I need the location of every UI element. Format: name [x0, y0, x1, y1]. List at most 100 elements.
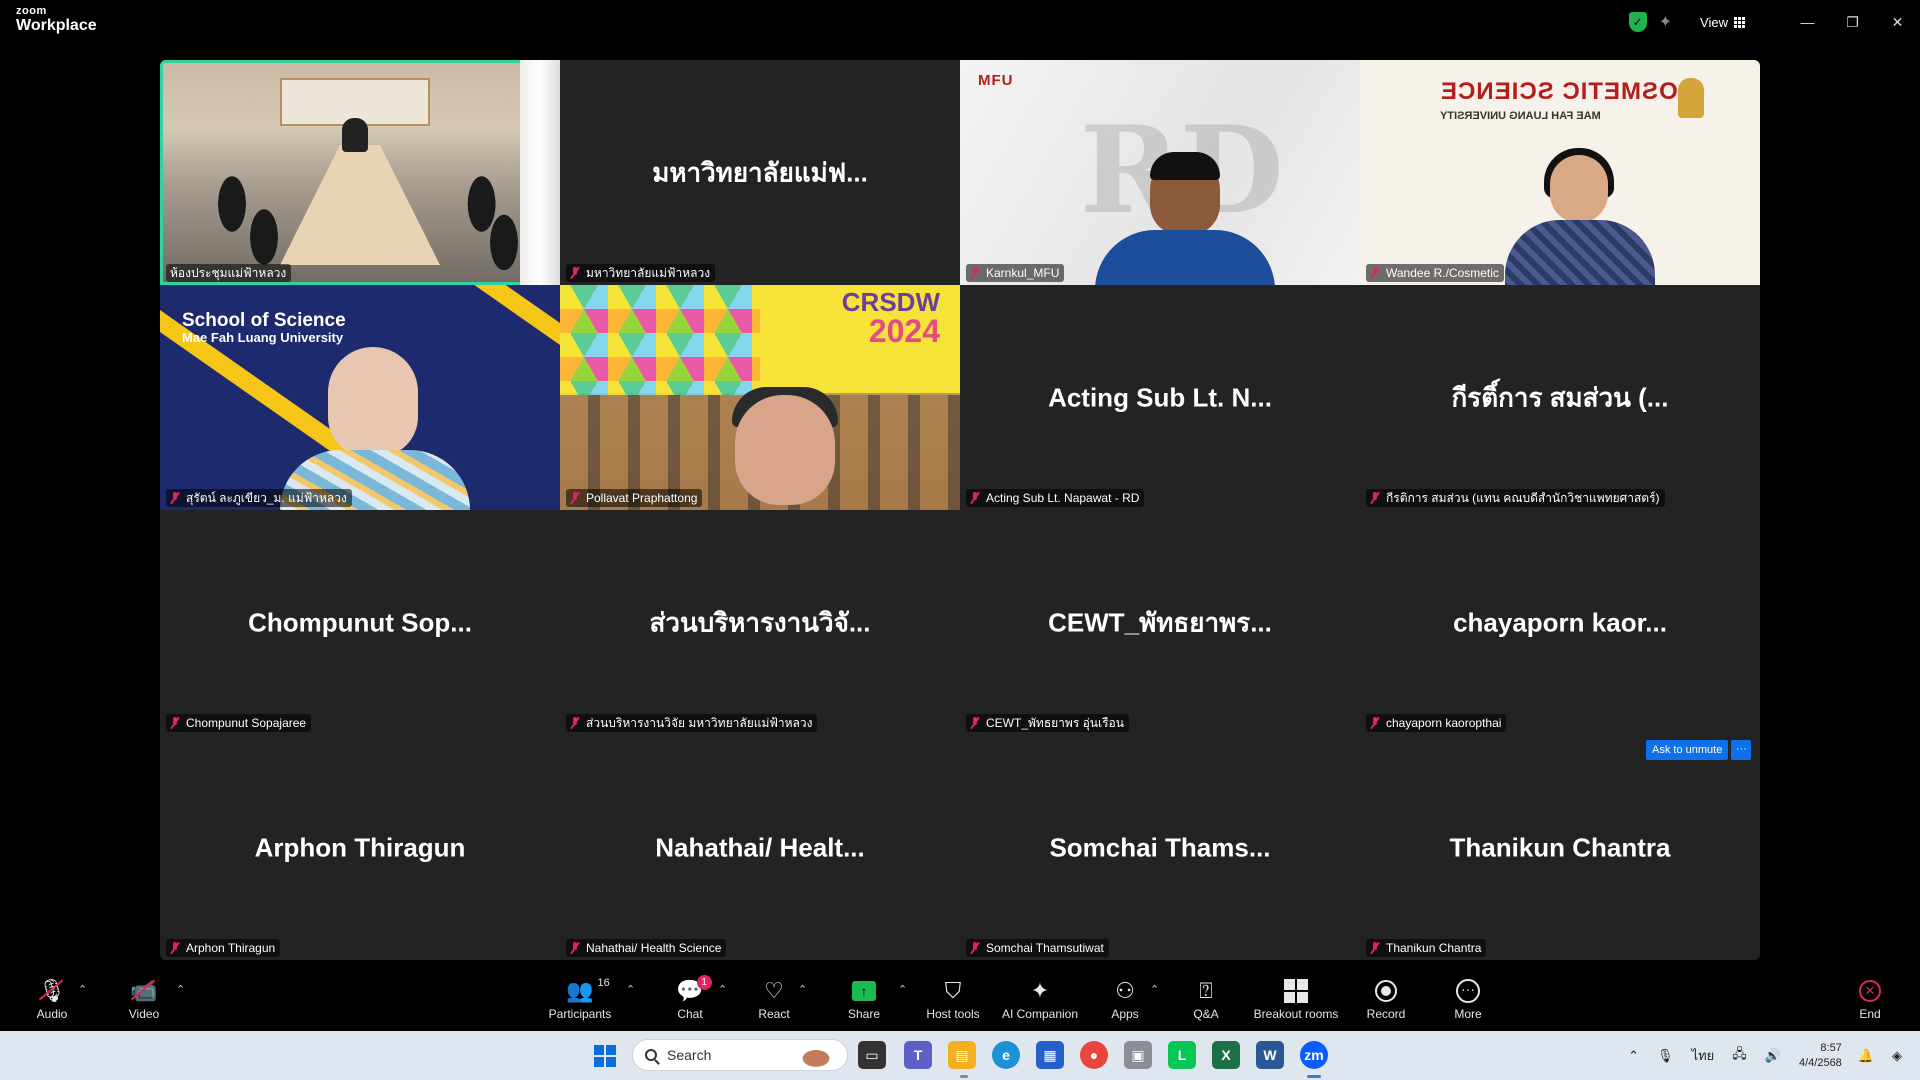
- participant-tile[interactable]: chayaporn kaor... chayaporn kaoropthai: [1360, 510, 1760, 735]
- notification-bell-icon[interactable]: 🔔: [1858, 1048, 1874, 1064]
- participant-tile[interactable]: School of Science Mae Fah Luang Universi…: [160, 285, 560, 510]
- search-icon: [645, 1049, 657, 1061]
- mic-muted-icon: [170, 717, 180, 729]
- participants-button[interactable]: 👥 16 Participants: [540, 977, 620, 1027]
- record-button[interactable]: Record: [1346, 977, 1426, 1027]
- participant-display-name: Arphon Thiragun: [254, 832, 466, 862]
- share-options-caret[interactable]: ⌃: [898, 983, 907, 996]
- excel-icon[interactable]: X: [1212, 1041, 1240, 1069]
- participant-tile[interactable]: CRSDW 2024 Pollavat Praphattong: [560, 285, 960, 510]
- participants-label: Participants: [548, 1007, 612, 1021]
- participant-display-name: มหาวิทยาลัยแม่ฟ...: [652, 157, 868, 187]
- ai-companion-button[interactable]: ✦ AI Companion: [999, 977, 1081, 1027]
- file-explorer-icon[interactable]: ▤: [948, 1041, 976, 1069]
- participant-name-tag: CEWT_พัทธยาพร อุ่นเรือน: [966, 714, 1129, 732]
- question-icon: ⍰: [1199, 978, 1213, 1003]
- participant-more-button[interactable]: ···: [1731, 740, 1752, 760]
- mic-muted-icon: [570, 717, 580, 729]
- copilot-icon[interactable]: ◈: [1892, 1048, 1902, 1064]
- more-button[interactable]: ··· More: [1428, 977, 1508, 1027]
- clock-time: 8:57: [1820, 1042, 1842, 1055]
- audio-options-caret[interactable]: ⌃: [78, 983, 87, 996]
- cosmetic-banner-title: COSMETIC SCIENCE: [1440, 78, 1697, 105]
- word-icon[interactable]: W: [1256, 1041, 1284, 1069]
- ask-to-unmute-button[interactable]: Ask to unmute: [1646, 740, 1729, 760]
- meeting-stage: ห้องประชุมแม่ฟ้าหลวง มหาวิทยาลัยแม่ฟ... …: [0, 44, 1920, 973]
- participant-display-name: Thanikun Chantra: [1449, 832, 1671, 862]
- os-taskbar: Search ▭ T ▤ e ▦ ● ▣ L X W zm ⌃ 🎙 ไทย 🖧 …: [0, 1031, 1920, 1080]
- participant-name: ส่วนบริหารงานวิจัย มหาวิทยาลัยแม่ฟ้าหลวง: [586, 715, 813, 730]
- edge-icon[interactable]: e: [992, 1041, 1020, 1069]
- participant-display-name: Chompunut Sop...: [248, 607, 472, 637]
- microphone-icon[interactable]: 🎙: [1657, 1048, 1674, 1064]
- apps-options-caret[interactable]: ⌃: [1150, 983, 1159, 996]
- science-banner: School of Science Mae Fah Luang Universi…: [182, 311, 346, 345]
- photos-icon[interactable]: ▣: [1124, 1041, 1152, 1069]
- chevron-up-icon[interactable]: ⌃: [1628, 1048, 1639, 1064]
- participant-tile[interactable]: ห้องประชุมแม่ฟ้าหลวง: [160, 60, 560, 285]
- end-button[interactable]: ✕ End: [1830, 977, 1910, 1027]
- video-options-caret[interactable]: ⌃: [176, 983, 185, 996]
- participant-hair: [1150, 152, 1220, 180]
- host-tools-button[interactable]: ⛉ Host tools: [913, 977, 993, 1027]
- taskbar-clock[interactable]: 8:57 4/4/2568: [1799, 1041, 1842, 1070]
- volume-icon[interactable]: 🔊: [1765, 1048, 1781, 1064]
- participant-tile[interactable]: มหาวิทยาลัยแม่ฟ... มหาวิทยาลัยแม่ฟ้าหลวง: [560, 60, 960, 285]
- shield-check-icon[interactable]: ✓: [1628, 12, 1647, 32]
- qa-button[interactable]: ⍰ Q&A: [1166, 977, 1246, 1027]
- participant-display-name: CEWT_พัทธยาพร...: [1048, 607, 1272, 637]
- participant-tile[interactable]: Somchai Thams... Somchai Thamsutiwat: [960, 735, 1360, 960]
- mic-muted-icon: [570, 942, 580, 954]
- share-label: Share: [847, 1007, 881, 1021]
- store-icon[interactable]: ▦: [1036, 1041, 1064, 1069]
- windows-start-icon[interactable]: [594, 1045, 616, 1067]
- taskbar-search[interactable]: Search: [632, 1039, 848, 1071]
- participant-name: Wandee R./Cosmetic: [1386, 266, 1499, 280]
- participant-tile[interactable]: Acting Sub Lt. N... Acting Sub Lt. Napaw…: [960, 285, 1360, 510]
- view-button[interactable]: View: [1700, 15, 1745, 30]
- participant-tile[interactable]: กีรติ์การ สมส่วน (... กีรติการ สมส่วน (แ…: [1360, 285, 1760, 510]
- line-icon[interactable]: L: [1168, 1041, 1196, 1069]
- minimize-button[interactable]: —: [1785, 10, 1830, 34]
- participant-tile[interactable]: Thanikun Chantra Thanikun Chantra: [1360, 735, 1760, 960]
- participant-name: CEWT_พัทธยาพร อุ่นเรือน: [986, 715, 1124, 730]
- chrome-icon[interactable]: ●: [1080, 1041, 1108, 1069]
- react-options-caret[interactable]: ⌃: [798, 983, 807, 996]
- ai-sparkle-icon: ✦: [1030, 978, 1050, 1003]
- chairs: [200, 160, 520, 270]
- zoom-app-icon[interactable]: zm: [1300, 1041, 1328, 1069]
- chat-options-caret[interactable]: ⌃: [718, 983, 727, 996]
- video-button[interactable]: 📹 Video: [104, 977, 184, 1027]
- participant-tile[interactable]: MFU RD Karnkul_MFU: [960, 60, 1360, 285]
- crsdw-year: 2024: [868, 313, 940, 349]
- participant-tile[interactable]: Nahathai/ Healt... Nahathai/ Health Scie…: [560, 735, 960, 960]
- participant-name-tag: Wandee R./Cosmetic: [1366, 264, 1504, 282]
- restore-button[interactable]: ❐: [1830, 10, 1875, 34]
- task-view-icon[interactable]: ▭: [858, 1041, 886, 1069]
- host-shield-icon: ⛉: [944, 978, 962, 1003]
- participant-tile[interactable]: COSMETIC SCIENCE MAE FAH LUANG UNIVERSIT…: [1360, 60, 1760, 285]
- ai-sparkle-icon[interactable]: ✦: [1659, 12, 1672, 32]
- curtain: [520, 60, 560, 285]
- teams-icon[interactable]: T: [904, 1041, 932, 1069]
- clock-date: 4/4/2568: [1798, 1056, 1842, 1069]
- share-button[interactable]: ↑ Share: [824, 977, 904, 1027]
- participants-icon: 👥 16: [566, 977, 610, 1003]
- participant-tile[interactable]: CEWT_พัทธยาพร... CEWT_พัทธยาพร อุ่นเรือน: [960, 510, 1360, 735]
- participant-name-tag: ห้องประชุมแม่ฟ้าหลวง: [166, 264, 292, 282]
- network-icon[interactable]: 🖧: [1732, 1045, 1747, 1067]
- participant-tile[interactable]: ส่วนบริหารงานวิจั... ส่วนบริหารงานวิจัย …: [560, 510, 960, 735]
- heart-icon: ♡: [764, 978, 784, 1003]
- close-window-button[interactable]: ✕: [1875, 10, 1920, 34]
- react-label: React: [758, 1007, 790, 1021]
- participant-tile[interactable]: Arphon Thiragun Arphon Thiragun: [160, 735, 560, 960]
- university-crest-icon: [1678, 78, 1704, 118]
- participant-head: [328, 347, 418, 457]
- participants-options-caret[interactable]: ⌃: [626, 983, 635, 996]
- mic-muted-icon: [970, 717, 980, 729]
- breakout-rooms-button[interactable]: Breakout rooms: [1254, 977, 1338, 1027]
- more-label: More: [1454, 1007, 1482, 1021]
- input-language[interactable]: ไทย: [1692, 1045, 1715, 1066]
- participant-tile[interactable]: Chompunut Sop... Chompunut Sopajaree: [160, 510, 560, 735]
- qa-label: Q&A: [1193, 1007, 1219, 1021]
